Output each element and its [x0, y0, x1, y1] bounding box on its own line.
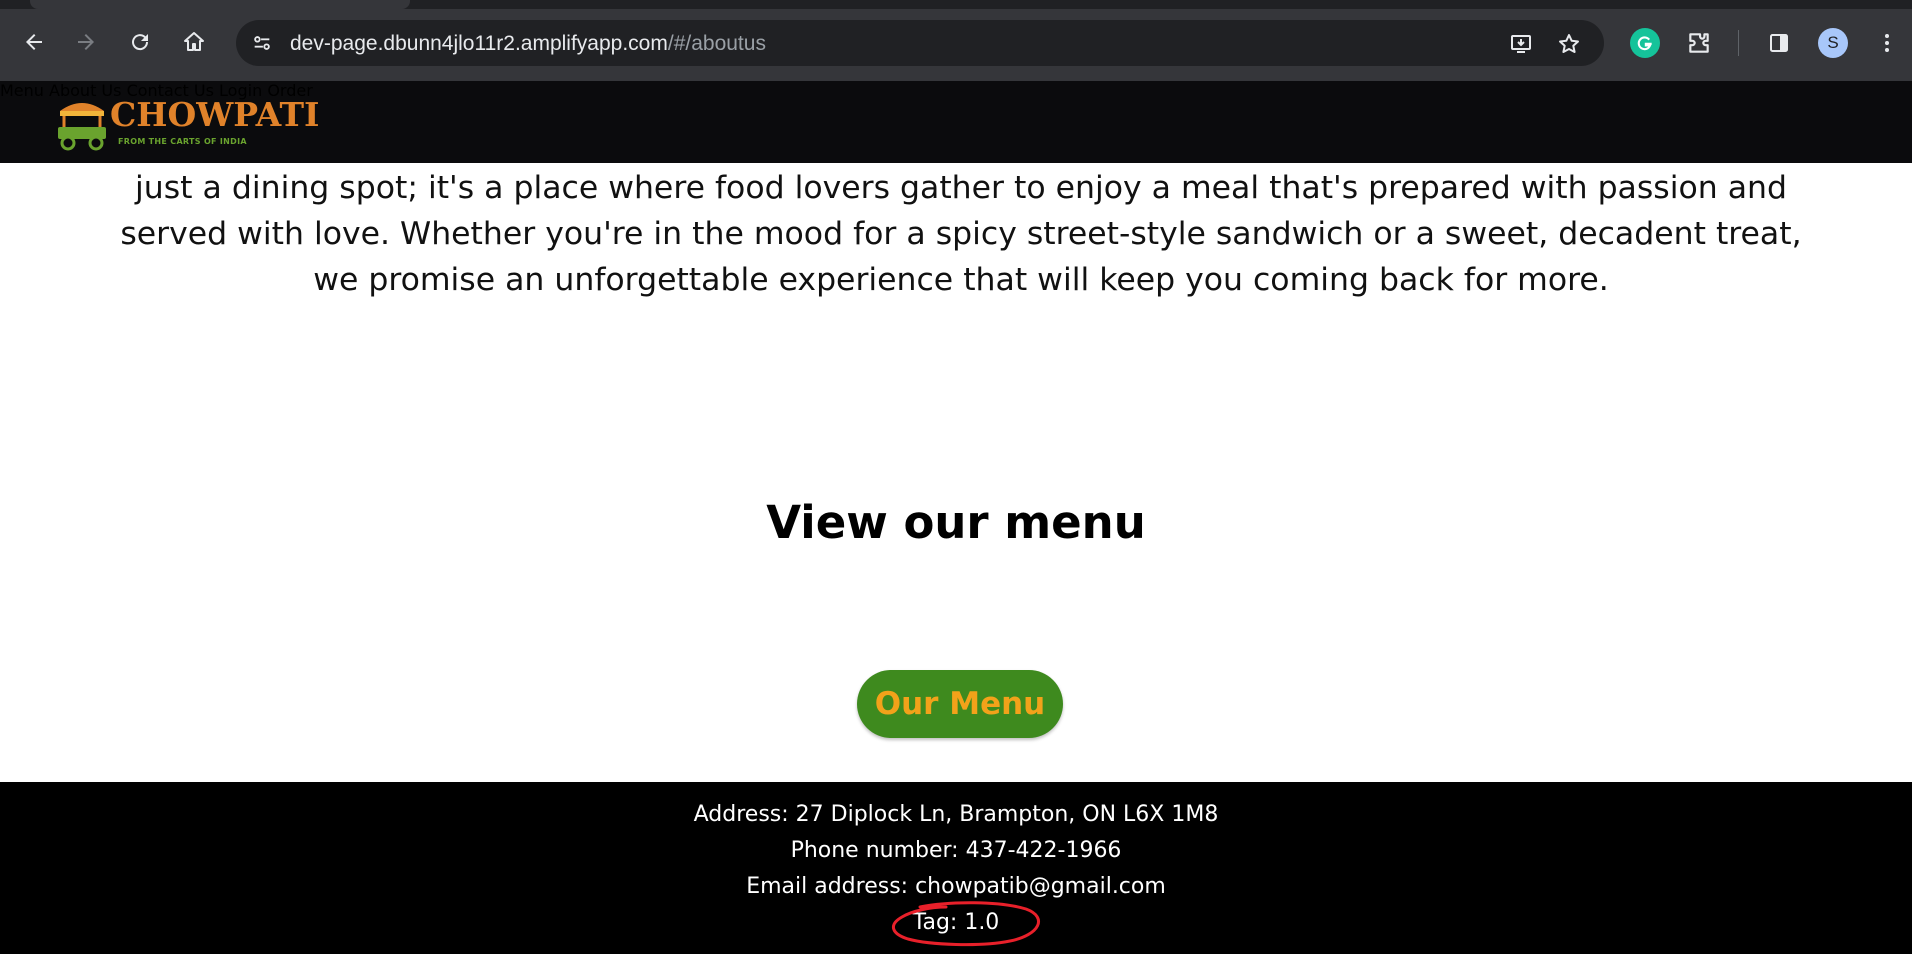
- browser-toolbar: dev-page.dbunn4jlo11r2.amplifyapp.com/#/…: [0, 0, 1912, 81]
- profile-avatar[interactable]: S: [1818, 28, 1848, 58]
- reload-icon[interactable]: [122, 24, 158, 60]
- forward-icon[interactable]: [68, 24, 104, 60]
- footer-email: Email address: chowpatib@gmail.com: [746, 874, 1166, 899]
- home-icon[interactable]: [176, 24, 212, 60]
- logo-wordmark: CHOWPATI: [110, 95, 320, 134]
- menu-dots-icon[interactable]: [1870, 26, 1904, 60]
- toolbar-divider: [1738, 30, 1739, 56]
- site-footer: Address: 27 Diplock Ln, Brampton, ON L6X…: [0, 782, 1912, 954]
- active-tab-edge[interactable]: [30, 0, 410, 9]
- food-cart-icon: [58, 103, 106, 151]
- extensions-icon[interactable]: [1682, 26, 1716, 60]
- url-domain: dev-page.dbunn4jlo11r2.amplifyapp.com: [290, 32, 668, 55]
- grammarly-icon[interactable]: [1630, 28, 1660, 58]
- about-line: served with love. Whether you're in the …: [120, 216, 1802, 252]
- our-menu-button[interactable]: Our Menu: [857, 670, 1063, 738]
- install-icon[interactable]: [1506, 29, 1536, 59]
- url-path: /#/aboutus: [667, 32, 766, 55]
- nav-menu[interactable]: Menu: [0, 81, 44, 100]
- red-annotation-circle: [892, 901, 1040, 947]
- footer-address: Address: 27 Diplock Ln, Brampton, ON L6X…: [693, 802, 1219, 827]
- about-paragraph: just a dining spot; it's a place where f…: [40, 165, 1882, 303]
- back-icon[interactable]: [16, 24, 52, 60]
- star-icon[interactable]: [1554, 29, 1584, 59]
- site-header: CHOWPATI FROM THE CARTS OF INDIA Menu Ab…: [0, 81, 1912, 163]
- site-info-icon[interactable]: [248, 29, 276, 57]
- side-panel-icon[interactable]: [1762, 26, 1796, 60]
- about-line: just a dining spot; it's a place where f…: [135, 170, 1787, 206]
- address-bar[interactable]: dev-page.dbunn4jlo11r2.amplifyapp.com/#/…: [236, 20, 1604, 66]
- footer-phone: Phone number: 437-422-1966: [790, 838, 1122, 863]
- view-menu-heading: View our menu: [766, 496, 1146, 549]
- logo-tagline: FROM THE CARTS OF INDIA: [118, 137, 247, 146]
- chowpati-logo[interactable]: CHOWPATI FROM THE CARTS OF INDIA: [54, 93, 319, 151]
- about-line: we promise an unforgettable experience t…: [313, 262, 1609, 298]
- url-text[interactable]: dev-page.dbunn4jlo11r2.amplifyapp.com/#/…: [290, 32, 766, 56]
